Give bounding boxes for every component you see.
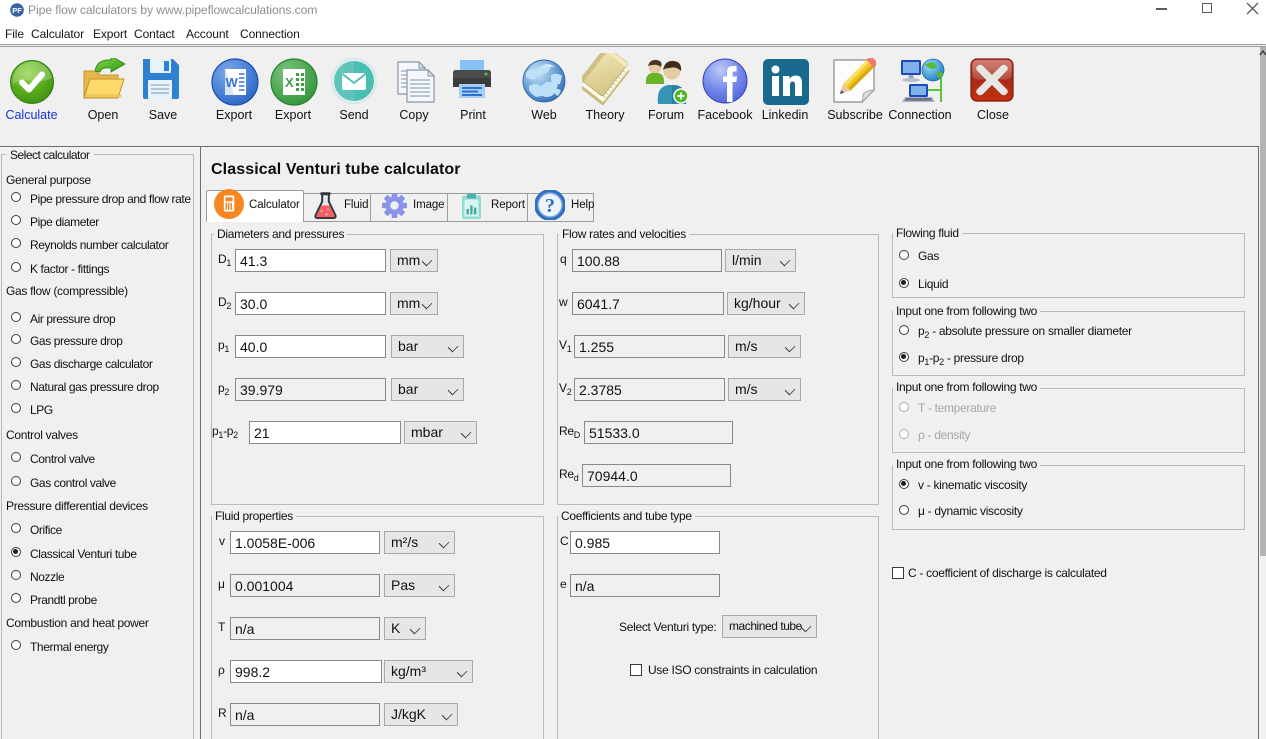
svg-text:PF: PF bbox=[12, 6, 22, 15]
svg-text:W: W bbox=[226, 75, 239, 90]
svg-text:X: X bbox=[285, 75, 294, 90]
svg-text:?: ? bbox=[545, 195, 555, 217]
